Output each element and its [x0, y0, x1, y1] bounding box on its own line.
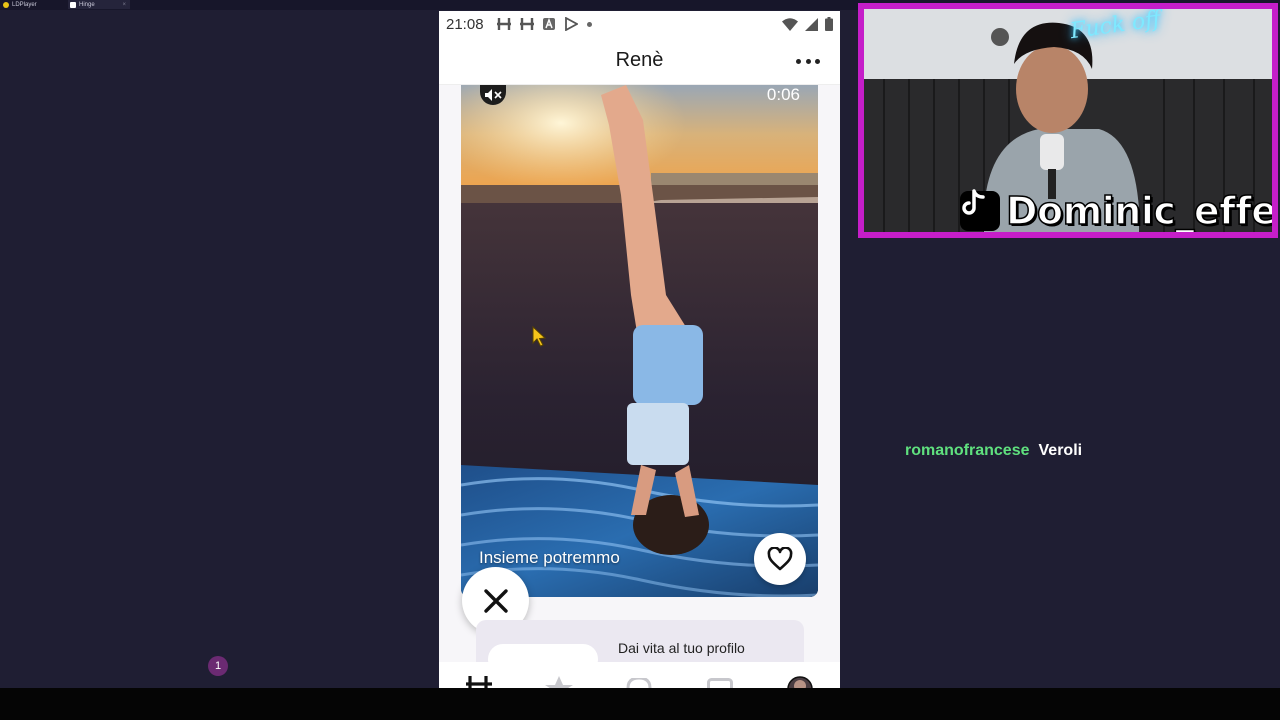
tiktok-tag: Dominic_effe	[960, 188, 1277, 233]
host-tab-label: LDPlayer	[12, 1, 37, 8]
more-horizontal-icon	[796, 58, 801, 64]
webcam-overlay: Fuck off Dominic_effe	[858, 3, 1278, 238]
profile-avatar-icon	[787, 676, 813, 688]
nav-matches[interactable]	[705, 662, 735, 688]
bottom-black-bar	[0, 688, 1280, 720]
video-frame	[461, 85, 818, 597]
close-tab-icon[interactable]: ×	[122, 2, 126, 8]
close-icon	[483, 588, 508, 613]
status-bar: 21:08	[439, 11, 840, 37]
chat-username: romanofrancese	[905, 442, 1030, 459]
nav-standouts[interactable]	[544, 662, 574, 688]
profile-name: Renè	[615, 49, 664, 71]
profile-scroll-area[interactable]: 0:06 Insieme potremmo Dai vita al tuo pr…	[439, 85, 840, 662]
nav-discover[interactable]	[464, 662, 494, 688]
hinge-icon	[496, 18, 511, 30]
tiktok-handle: Dominic_effe	[1005, 188, 1277, 233]
promo-text: Dai vita al tuo profilo	[618, 640, 745, 656]
chat-message: romanofrancese Veroli	[905, 442, 1082, 460]
hinge-discover-icon	[466, 676, 493, 688]
likes-count-badge: 1	[208, 656, 228, 676]
nav-likes[interactable]	[624, 662, 654, 688]
video-timer: 0:06	[766, 85, 800, 104]
status-right-icons	[782, 17, 833, 31]
promo-image-placeholder	[488, 644, 598, 662]
promo-card[interactable]: Dai vita al tuo profilo	[476, 620, 804, 662]
chat-icon	[706, 678, 733, 688]
like-button[interactable]	[754, 533, 806, 585]
battery-icon	[825, 17, 833, 31]
hinge-icon	[519, 18, 534, 30]
mouse-cursor-icon	[532, 326, 547, 347]
prompt-caption: Insieme potremmo	[479, 548, 620, 567]
chat-text: Veroli	[1038, 442, 1083, 459]
signal-icon	[805, 17, 818, 31]
notification-icons	[496, 17, 592, 31]
a-icon	[542, 18, 555, 30]
bottom-nav	[439, 662, 840, 688]
ldplayer-icon	[3, 1, 9, 8]
tiktok-icon	[960, 189, 1000, 231]
likes-icon	[626, 678, 652, 688]
phone-screen: 21:08 Renè 0:06 Insieme potremmo Dai vit…	[439, 11, 840, 688]
profile-header: Renè	[439, 37, 840, 85]
heart-icon	[767, 547, 793, 571]
profile-video[interactable]: 0:06 Insieme potremmo	[461, 85, 818, 597]
speaker-muted-icon	[485, 89, 502, 101]
wifi-icon	[782, 17, 798, 31]
hinge-icon	[70, 1, 76, 8]
play-store-icon	[564, 17, 578, 31]
dot-icon	[586, 21, 592, 27]
nav-profile[interactable]	[785, 662, 815, 688]
status-time: 21:08	[446, 15, 484, 33]
host-tab-hinge[interactable]: Hinge ×	[68, 0, 130, 9]
more-options-button[interactable]	[796, 51, 820, 71]
star-icon	[545, 676, 574, 688]
host-tab-ldplayer[interactable]: LDPlayer	[3, 0, 37, 9]
host-tab-label: Hinge	[79, 1, 95, 8]
